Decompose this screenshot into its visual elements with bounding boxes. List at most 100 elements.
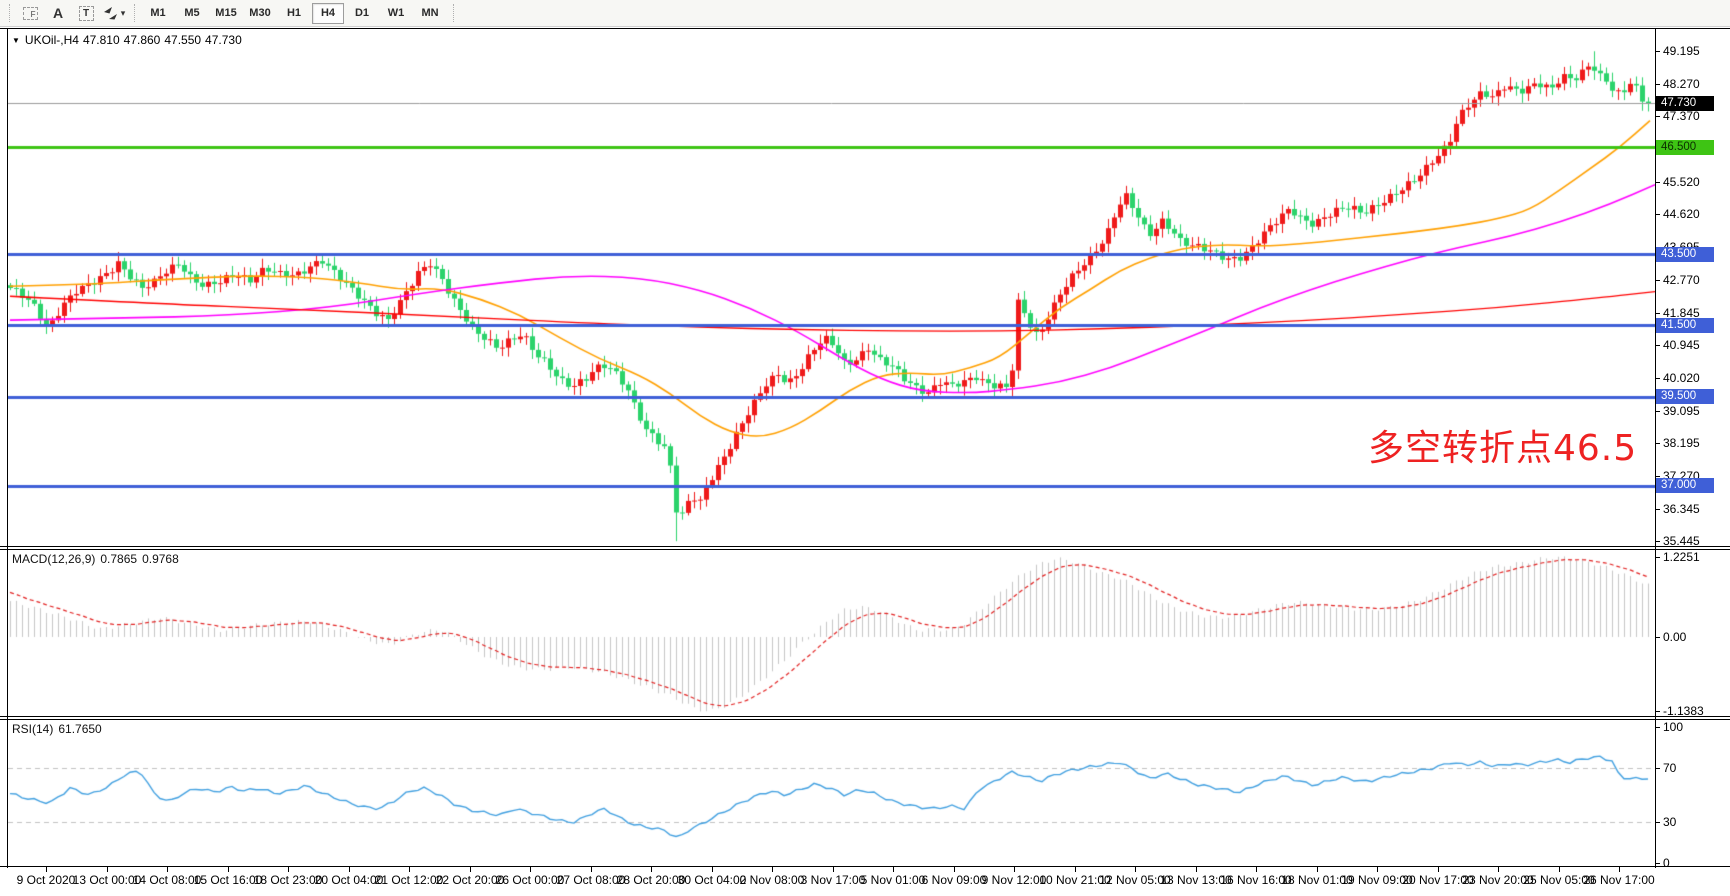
- chart-title: ▼UKOil-,H447.81047.86047.55047.730: [12, 33, 246, 47]
- panel-separator[interactable]: [0, 716, 1730, 717]
- rsi-axis-label: 0: [1663, 855, 1670, 871]
- time-axis-label: 13 Oct 00:00: [73, 873, 142, 887]
- time-axis-label: 9 Nov 12:00: [982, 873, 1047, 887]
- rsi-axis-label: 70: [1663, 760, 1676, 776]
- toolbar-grip[interactable]: [9, 4, 10, 22]
- price-axis-label: 48.270: [1663, 76, 1700, 92]
- macd-label: MACD(12,26,9) 0.7865 0.9768: [12, 552, 184, 566]
- time-axis-label: 26 Oct 00:00: [496, 873, 565, 887]
- text-label-icon[interactable]: A: [45, 2, 71, 24]
- ohlc-high: 47.860: [124, 33, 161, 47]
- time-axis-tick: [1559, 867, 1560, 872]
- axis-tick: [1655, 711, 1660, 712]
- macd-panel-canvas[interactable]: [8, 549, 1655, 716]
- time-axis-tick: [167, 867, 168, 872]
- arrow-tools-icon[interactable]: ▾: [101, 2, 127, 24]
- current-price-badge: 47.730: [1656, 96, 1714, 111]
- axis-tick: [1655, 411, 1660, 412]
- axis-tick: [1655, 345, 1660, 346]
- price-level-badge: 43.500: [1656, 247, 1714, 262]
- macd-axis-label: 0.00: [1663, 629, 1686, 645]
- ohlc-close: 47.730: [205, 33, 242, 47]
- text-tool-glyph: T: [79, 6, 94, 21]
- axis-tick: [1655, 116, 1660, 117]
- symbol-dropdown-icon[interactable]: ▼: [12, 36, 20, 45]
- time-axis-label: 9 Oct 2020: [17, 873, 76, 887]
- time-axis-tick: [1498, 867, 1499, 872]
- time-axis-label: 3 Nov 17:00: [801, 873, 866, 887]
- toolbar-grip[interactable]: [453, 4, 454, 22]
- time-axis-label: 30 Oct 04:00: [678, 873, 747, 887]
- time-axis-tick: [1196, 867, 1197, 872]
- time-axis-separator: [0, 866, 1730, 867]
- price-axis-label: 39.095: [1663, 403, 1700, 419]
- arrows-glyph-icon: [103, 6, 119, 20]
- price-axis-label: 44.620: [1663, 206, 1700, 222]
- time-axis-label: 14 Oct 08:00: [133, 873, 202, 887]
- time-axis-tick: [1317, 867, 1318, 872]
- axis-tick: [1655, 768, 1660, 769]
- axis-tick: [1655, 637, 1660, 638]
- axis-tick: [1655, 214, 1660, 215]
- time-axis-label: 22 Oct 20:00: [436, 873, 505, 887]
- time-axis-tick: [349, 867, 350, 872]
- time-axis-tick: [893, 867, 894, 872]
- rsi-axis-label: 100: [1663, 719, 1683, 735]
- price-axis-label: 42.770: [1663, 272, 1700, 288]
- price-axis-label: 36.345: [1663, 501, 1700, 517]
- time-axis-tick: [651, 867, 652, 872]
- time-axis-tick: [591, 867, 592, 872]
- axis-tick: [1655, 84, 1660, 85]
- price-axis-label: 40.945: [1663, 337, 1700, 353]
- axis-tick: [1655, 541, 1660, 542]
- panel-separator[interactable]: [0, 546, 1730, 547]
- time-axis-tick: [46, 867, 47, 872]
- tf-button-mn[interactable]: MN: [414, 3, 446, 24]
- time-axis-label: 28 Oct 20:00: [617, 873, 686, 887]
- time-axis-tick: [1135, 867, 1136, 872]
- time-axis-tick: [1438, 867, 1439, 872]
- chevron-down-icon: ▾: [121, 8, 126, 19]
- rsi-value: 61.7650: [58, 722, 101, 736]
- time-axis-tick: [1256, 867, 1257, 872]
- template-f-glyph: F: [23, 7, 38, 20]
- axis-tick: [1655, 443, 1660, 444]
- toolbar-grip[interactable]: [134, 4, 135, 22]
- tf-button-w1[interactable]: W1: [380, 3, 412, 24]
- axis-tick: [1655, 51, 1660, 52]
- macd-name: MACD(12,26,9): [12, 552, 95, 566]
- macd-axis-label: 1.2251: [1663, 549, 1700, 565]
- time-axis-tick: [1619, 867, 1620, 872]
- axis-tick: [1655, 863, 1660, 864]
- tf-button-h4[interactable]: H4: [312, 3, 344, 24]
- template-f-icon[interactable]: F: [17, 2, 43, 24]
- time-axis-tick: [1014, 867, 1015, 872]
- tf-button-m5[interactable]: M5: [176, 3, 208, 24]
- tf-button-m30[interactable]: M30: [244, 3, 276, 24]
- time-axis-label: 20 Oct 04:00: [315, 873, 384, 887]
- price-level-badge: 37.000: [1656, 478, 1714, 493]
- time-axis-label: 27 Oct 08:00: [557, 873, 626, 887]
- axis-tick: [1655, 822, 1660, 823]
- rsi-axis-label: 30: [1663, 814, 1676, 830]
- text-tool-icon[interactable]: T: [73, 2, 99, 24]
- time-axis-tick: [470, 867, 471, 872]
- time-axis-label: 26 Nov 17:00: [1583, 873, 1654, 887]
- macd-main-value: 0.7865: [100, 552, 137, 566]
- tf-button-h1[interactable]: H1: [278, 3, 310, 24]
- rsi-name: RSI(14): [12, 722, 53, 736]
- time-axis-tick: [409, 867, 410, 872]
- tf-button-d1[interactable]: D1: [346, 3, 378, 24]
- macd-signal-value: 0.9768: [142, 552, 179, 566]
- ohlc-low: 47.550: [164, 33, 201, 47]
- time-axis-label: 2 Nov 08:00: [740, 873, 805, 887]
- tf-button-m15[interactable]: M15: [210, 3, 242, 24]
- text-label-glyph: A: [53, 5, 63, 21]
- tf-button-m1[interactable]: M1: [142, 3, 174, 24]
- rsi-panel-canvas[interactable]: [8, 719, 1655, 866]
- toolbar: F A T ▾ M1M5M15M30H1H4D1W1MN: [0, 0, 1730, 27]
- price-axis-label: 40.020: [1663, 370, 1700, 386]
- axis-tick: [1655, 280, 1660, 281]
- time-axis-tick: [228, 867, 229, 872]
- time-axis-label: 18 Oct 23:00: [254, 873, 323, 887]
